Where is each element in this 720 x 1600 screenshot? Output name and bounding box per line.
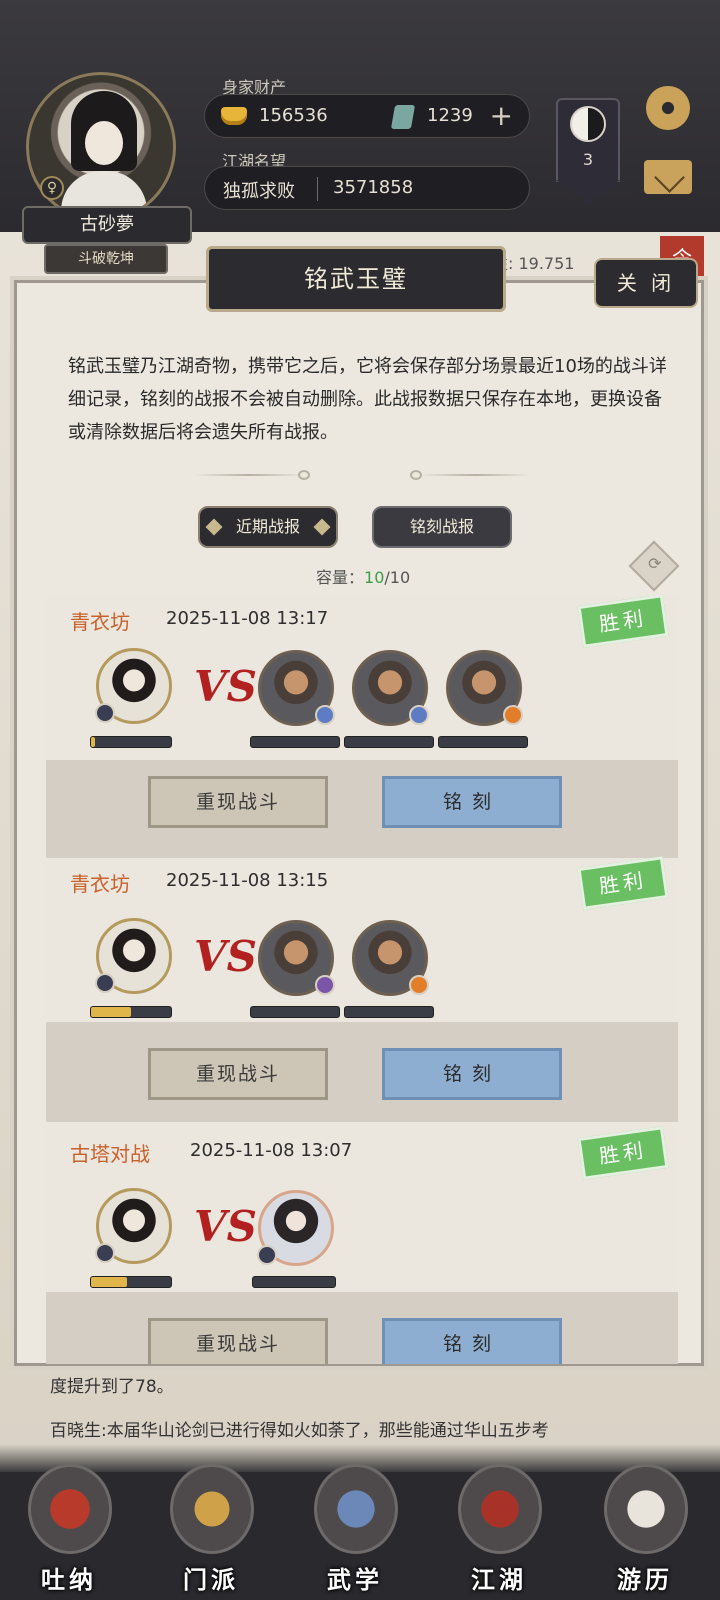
ornament-divider bbox=[420, 474, 530, 476]
opponent-hp-bar bbox=[250, 736, 340, 748]
horse-icon bbox=[604, 1464, 688, 1554]
tab-recent-reports[interactable]: 近期战报 bbox=[198, 506, 338, 548]
opponent-hp-bar bbox=[252, 1276, 336, 1288]
element-icon bbox=[409, 705, 429, 725]
record-card: 青衣坊 2025-11-08 13:15 胜利 VS 重现战斗 铭刻 bbox=[46, 856, 678, 1122]
nav-label: 武学 bbox=[327, 1566, 383, 1594]
opponent-hp-bar bbox=[250, 1006, 340, 1018]
modal-title: 铭武玉璧 bbox=[206, 246, 506, 312]
vs-icon: VS bbox=[194, 662, 257, 711]
engrave-button[interactable]: 铭刻 bbox=[382, 1318, 562, 1364]
record-time: 2025-11-08 13:15 bbox=[166, 870, 329, 891]
hat-icon bbox=[458, 1464, 542, 1554]
element-icon bbox=[95, 703, 115, 723]
replay-battle-button[interactable]: 重现战斗 bbox=[148, 776, 328, 828]
vs-icon: VS bbox=[194, 1202, 257, 1251]
hp-fill bbox=[91, 1007, 131, 1017]
close-button[interactable]: 关 闭 bbox=[594, 258, 698, 308]
vs-icon: VS bbox=[194, 932, 257, 981]
player-hp-bar bbox=[90, 1006, 172, 1018]
gear-icon[interactable] bbox=[646, 86, 690, 130]
opponent-avatar bbox=[352, 650, 429, 726]
reputation-bar: 独孤求败 3571858 bbox=[204, 166, 530, 210]
bottom-nav: 吐纳 门派 武学 江湖 游历 bbox=[0, 1444, 720, 1600]
hp-fill bbox=[91, 1277, 127, 1287]
element-icon bbox=[257, 1245, 277, 1265]
gold-ingot-icon bbox=[221, 107, 247, 125]
reputation-rank: 独孤求败 bbox=[223, 181, 295, 202]
tab-engraved-reports[interactable]: 铭刻战报 bbox=[372, 506, 512, 548]
element-icon bbox=[315, 975, 335, 995]
nav-jianghu[interactable]: 江湖 bbox=[444, 1464, 554, 1594]
records-list[interactable]: 青衣坊 2025-11-08 13:17 胜利 VS 重现战斗 铭刻 青衣坊 2… bbox=[32, 596, 684, 1364]
capacity-label: 容量： bbox=[316, 568, 365, 587]
female-icon: ♀ bbox=[40, 176, 64, 200]
player-hp-bar bbox=[90, 736, 172, 748]
gourd-icon bbox=[28, 1464, 112, 1554]
element-icon bbox=[409, 975, 429, 995]
opponent-avatar bbox=[258, 650, 335, 726]
record-place: 青衣坊 bbox=[70, 610, 130, 634]
tab-label: 铭刻战报 bbox=[409, 517, 474, 536]
opponent-hp-bar bbox=[344, 736, 434, 748]
nav-label: 吐纳 bbox=[41, 1566, 97, 1594]
record-place: 古塔对战 bbox=[70, 1142, 150, 1166]
player-name: 古砂夢 bbox=[22, 206, 192, 244]
capacity-indicator: 容量：10/10 bbox=[316, 564, 410, 588]
nav-breathing[interactable]: 吐纳 bbox=[14, 1464, 124, 1594]
element-icon bbox=[503, 705, 523, 725]
divider bbox=[317, 177, 318, 201]
element-icon bbox=[95, 1243, 115, 1263]
scroll-book-icon bbox=[314, 1464, 398, 1554]
add-currency-button[interactable]: + bbox=[490, 99, 513, 132]
jade-amount: 1239 bbox=[427, 105, 473, 126]
modal-description: 铭武玉璧乃江湖奇物，携带它之后，它将会保存部分场景最近10场的战斗详细记录，铭刻… bbox=[68, 356, 667, 443]
sect-icon bbox=[170, 1464, 254, 1554]
opponent-hp-bar bbox=[344, 1006, 434, 1018]
player-hp-bar bbox=[90, 1276, 172, 1288]
mail-icon[interactable] bbox=[644, 160, 692, 194]
opponent-avatar bbox=[257, 1190, 334, 1266]
opponent-avatar bbox=[352, 920, 429, 996]
nav-label: 门派 bbox=[183, 1566, 239, 1594]
record-time: 2025-11-08 13:07 bbox=[190, 1140, 353, 1161]
player-fighter-avatar bbox=[95, 1188, 172, 1264]
opponent-avatar bbox=[446, 650, 523, 726]
yinyang-count: 3 bbox=[582, 150, 594, 169]
record-card: 青衣坊 2025-11-08 13:17 胜利 VS 重现战斗 铭刻 bbox=[46, 596, 678, 860]
opponent-avatar bbox=[258, 920, 335, 996]
assets-bar: 156536 1239 + bbox=[204, 94, 530, 138]
tab-label: 近期战报 bbox=[235, 517, 300, 536]
player-title: 斗破乾坤 bbox=[44, 244, 168, 274]
record-card: 古塔对战 2025-11-08 13:07 胜利 VS 重现战斗 铭刻 bbox=[46, 1126, 678, 1364]
jade-icon bbox=[390, 105, 416, 129]
gold-amount: 156536 bbox=[259, 105, 328, 126]
player-fighter-avatar bbox=[95, 648, 172, 724]
replay-battle-button[interactable]: 重现战斗 bbox=[148, 1048, 328, 1100]
replay-battle-button[interactable]: 重现战斗 bbox=[148, 1318, 328, 1364]
nav-martial-arts[interactable]: 武学 bbox=[300, 1464, 410, 1594]
element-icon bbox=[95, 973, 115, 993]
reputation-value: 3571858 bbox=[333, 177, 414, 198]
background-log-line: 度提升到了78。 bbox=[50, 1377, 174, 1397]
hp-fill bbox=[91, 737, 95, 747]
opponent-hp-bar bbox=[438, 736, 528, 748]
capacity-max: /10 bbox=[384, 568, 411, 587]
nav-label: 江湖 bbox=[471, 1566, 527, 1594]
engrave-button[interactable]: 铭刻 bbox=[382, 776, 562, 828]
yinyang-icon bbox=[570, 106, 606, 142]
player-fighter-avatar bbox=[95, 918, 172, 994]
nav-label: 游历 bbox=[617, 1566, 673, 1594]
element-icon bbox=[315, 705, 335, 725]
record-place: 青衣坊 bbox=[70, 872, 130, 896]
ornament-divider bbox=[194, 474, 304, 476]
record-time: 2025-11-08 13:17 bbox=[166, 608, 329, 629]
background-log-line: 百晓生:本届华山论剑已进行得如火如荼了，那些能通过华山五步考 bbox=[50, 1421, 549, 1441]
nav-travel[interactable]: 游历 bbox=[590, 1464, 700, 1594]
capacity-current: 10 bbox=[364, 568, 385, 587]
nav-sect[interactable]: 门派 bbox=[156, 1464, 266, 1594]
engrave-button[interactable]: 铭刻 bbox=[382, 1048, 562, 1100]
